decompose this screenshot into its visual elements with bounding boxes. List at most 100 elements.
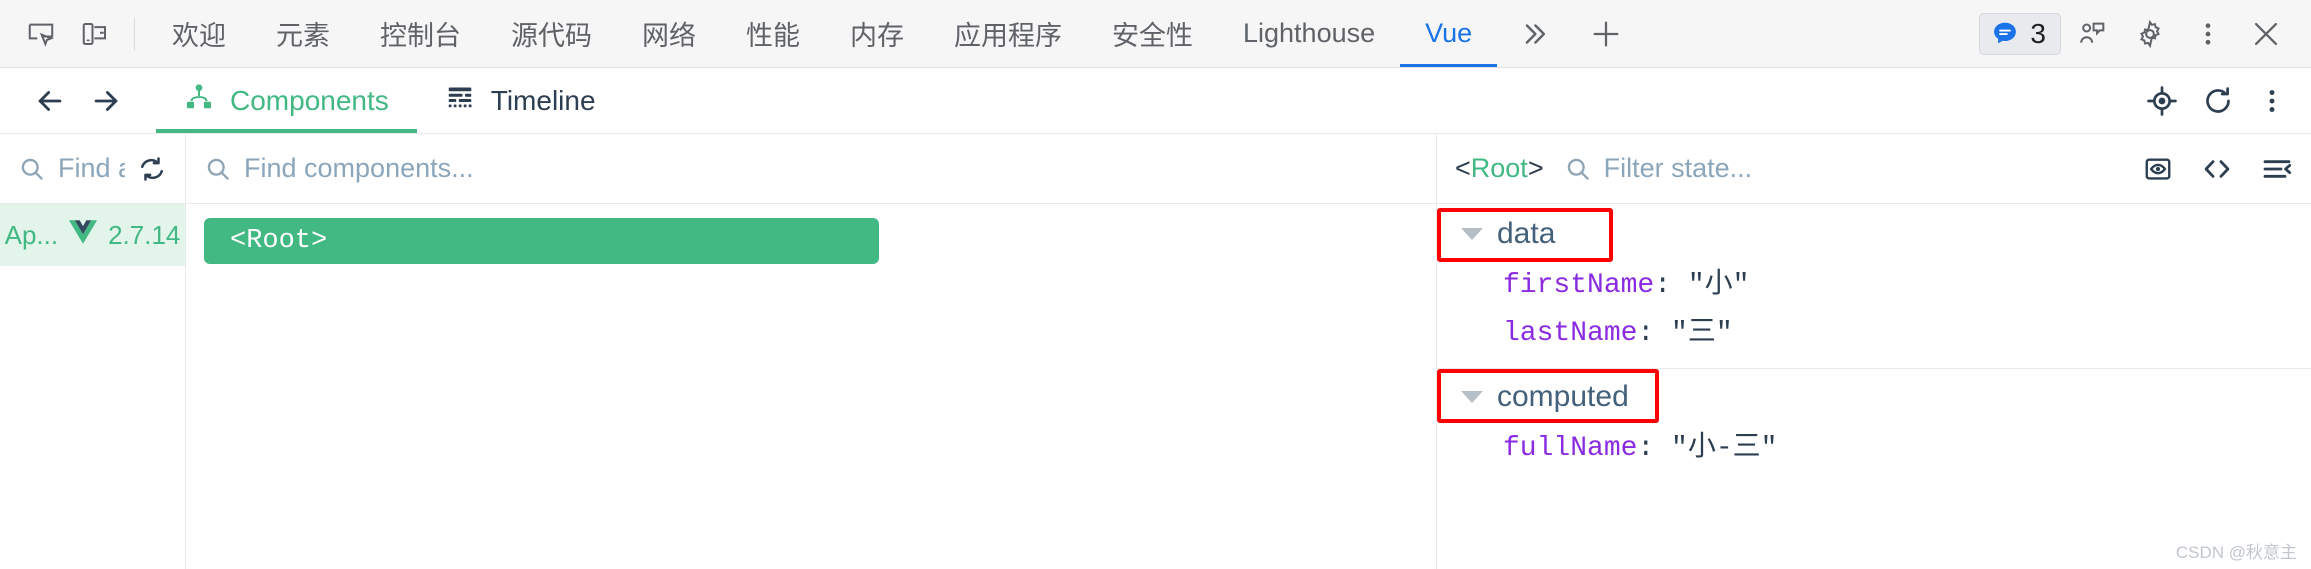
tree-node-root[interactable]: <Root> (204, 218, 879, 264)
tab-elements[interactable]: 元素 (251, 0, 355, 67)
inspect-element-icon[interactable] (14, 8, 68, 60)
tree-node-label: <Root> (230, 226, 328, 256)
tab-memory[interactable]: 内存 (825, 0, 929, 67)
issues-count: 3 (2030, 17, 2046, 49)
toolbar-divider (134, 16, 135, 51)
devtools-window: 欢迎 元素 控制台 源代码 网络 性能 内存 应用程序 安全性 Lighthou… (0, 0, 2311, 569)
tab-timeline-label: Timeline (490, 84, 596, 116)
selected-component-close: > (1527, 153, 1544, 183)
more-options-icon[interactable] (2257, 86, 2287, 116)
settings-gear-icon[interactable] (2123, 8, 2177, 60)
more-options-icon[interactable] (2181, 8, 2235, 60)
components-searchbar (186, 134, 1436, 204)
state-tree: data firstName: "小" lastName: "三" comput… (1437, 204, 2311, 569)
issues-bubble-icon (1994, 22, 2017, 43)
tab-elements-label: 元素 (276, 21, 330, 51)
inspect-dom-icon[interactable] (2143, 154, 2173, 184)
app-version: 2.7.14 (108, 219, 181, 250)
state-entry-colon: : (1654, 270, 1688, 301)
state-entry-value: "三" (1671, 317, 1733, 349)
apps-searchbar (0, 134, 185, 204)
apps-search-input[interactable] (58, 153, 125, 184)
tab-components[interactable]: Components (156, 68, 417, 133)
tab-console-label: 控制台 (380, 21, 461, 51)
open-in-editor-icon[interactable] (2201, 153, 2233, 185)
tab-network[interactable]: 网络 (617, 0, 721, 67)
tab-security-label: 安全性 (1112, 21, 1193, 51)
watermark: CSDN @秋意主 (2175, 543, 2297, 562)
state-entry-colon: : (1637, 317, 1672, 349)
components-search-input[interactable] (244, 153, 1418, 184)
tab-application-label: 应用程序 (954, 21, 1062, 51)
tab-memory-label: 内存 (850, 21, 904, 51)
state-entry-value: "小" (1687, 270, 1750, 301)
device-toolbar-icon[interactable] (68, 8, 122, 60)
state-entry-lastName[interactable]: lastName: "三" (1437, 310, 2311, 358)
collapse-all-icon[interactable] (2261, 153, 2293, 185)
component-tree: <Root> (186, 204, 1436, 569)
state-entry-firstName[interactable]: firstName: "小" (1437, 262, 2311, 310)
feedback-icon[interactable] (2065, 8, 2119, 60)
selected-component-name: Root (1470, 153, 1528, 183)
state-filter-input[interactable] (1603, 153, 2113, 184)
state-panel-actions (2125, 153, 2293, 185)
selected-component-open: < (1455, 153, 1471, 183)
tab-application[interactable]: 应用程序 (929, 0, 1087, 67)
forward-button[interactable] (78, 73, 134, 129)
tab-welcome-label: 欢迎 (172, 21, 226, 51)
selected-component-label: <Root> (1455, 153, 1544, 184)
select-component-icon[interactable] (2145, 84, 2179, 118)
state-group-name: computed (1497, 379, 1629, 413)
state-entry-fullName[interactable]: fullName: "小-三" (1437, 425, 2311, 473)
state-entry-key: lastName (1503, 317, 1638, 349)
devtools-tab-list: 欢迎 元素 控制台 源代码 网络 性能 内存 应用程序 安全性 Lighthou… (147, 0, 1498, 67)
component-tree-panel: <Root> (186, 134, 1437, 569)
tab-components-label: Components (230, 84, 389, 116)
timeline-icon (445, 82, 475, 119)
components-tree-icon (184, 82, 214, 119)
app-name: Ap... (4, 219, 59, 250)
tab-sources[interactable]: 源代码 (486, 0, 617, 67)
state-entry-key: firstName (1503, 270, 1655, 301)
tab-security[interactable]: 安全性 (1087, 0, 1218, 67)
tab-sources-label: 源代码 (511, 21, 592, 51)
tab-vue[interactable]: Vue (1400, 0, 1498, 67)
vue-logo-icon (68, 219, 98, 252)
app-list-item[interactable]: Ap... 2.7.14 (0, 204, 185, 266)
chevron-down-icon[interactable] (1461, 228, 1483, 240)
search-icon (18, 155, 46, 183)
tab-performance[interactable]: 性能 (721, 0, 825, 67)
vue-tab-list: Components Timeline (156, 68, 624, 133)
state-panel: <Root> Filter state... data firstName: "… (1437, 134, 2311, 569)
tab-welcome[interactable]: 欢迎 (147, 0, 251, 67)
refresh-apps-icon[interactable] (137, 154, 167, 184)
refresh-icon[interactable] (2201, 84, 2235, 118)
state-group-computed: computed fullName: "小-三" (1437, 368, 2311, 473)
devtools-toolbar-right: 3 (1979, 8, 2301, 60)
more-tabs-icon[interactable] (1497, 17, 1571, 51)
issues-chip[interactable]: 3 (1979, 12, 2061, 55)
devtools-toolbar: 欢迎 元素 控制台 源代码 网络 性能 内存 应用程序 安全性 Lighthou… (0, 0, 2311, 68)
tab-lighthouse-label: Lighthouse (1243, 18, 1376, 48)
back-button[interactable] (22, 73, 78, 129)
state-group-header-data[interactable]: data (1437, 206, 2311, 262)
state-group-header-computed[interactable]: computed (1437, 369, 2311, 425)
search-icon (1564, 155, 1592, 183)
chevron-down-icon[interactable] (1461, 390, 1483, 403)
state-entry-key: fullName (1503, 432, 1638, 464)
add-tab-icon[interactable] (1571, 17, 1641, 51)
apps-panel: Ap... 2.7.14 (0, 134, 186, 569)
close-devtools-icon[interactable] (2239, 8, 2293, 60)
tab-performance-label: 性能 (746, 21, 800, 51)
tab-timeline[interactable]: Timeline (417, 68, 624, 133)
state-group-data: data firstName: "小" lastName: "三" (1437, 206, 2311, 358)
search-icon (204, 155, 232, 183)
screenshot-root: 欢迎 元素 控制台 源代码 网络 性能 内存 应用程序 安全性 Lighthou… (0, 0, 2311, 569)
vue-header-actions (2145, 84, 2287, 118)
tab-lighthouse[interactable]: Lighthouse (1218, 0, 1400, 67)
state-entry-value: "小-三" (1671, 432, 1778, 464)
state-searchbar: <Root> (1437, 134, 2311, 204)
tab-network-label: 网络 (642, 21, 696, 51)
tab-vue-label: Vue (1425, 18, 1473, 48)
tab-console[interactable]: 控制台 (355, 0, 486, 67)
